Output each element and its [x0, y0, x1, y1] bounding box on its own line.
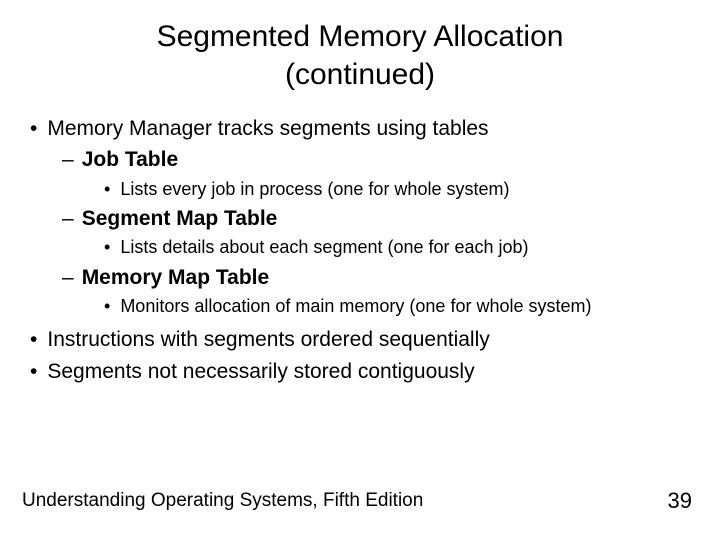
bullet-level2: – Memory Map Table: [62, 264, 698, 291]
bullet-text: Segment Map Table: [82, 205, 278, 232]
bullet-dot-icon: •: [104, 236, 110, 259]
bullet-level1: • Instructions with segments ordered seq…: [30, 326, 698, 353]
bullet-dot-icon: •: [104, 178, 110, 201]
bullet-level2: – Job Table: [62, 146, 698, 173]
bullet-level3: • Lists details about each segment (one …: [104, 236, 698, 259]
bullet-text: Lists every job in process (one for whol…: [120, 178, 509, 201]
bullet-text: Job Table: [82, 146, 178, 173]
bullet-text: Memory Map Table: [82, 264, 269, 291]
bullet-level3: • Lists every job in process (one for wh…: [104, 178, 698, 201]
bullet-level1: • Memory Manager tracks segments using t…: [30, 115, 698, 142]
bullet-text: Instructions with segments ordered seque…: [47, 326, 489, 353]
bullet-text: Monitors allocation of main memory (one …: [120, 295, 591, 318]
page-number: 39: [668, 488, 692, 514]
bullet-level2: – Segment Map Table: [62, 205, 698, 232]
bullet-text: Memory Manager tracks segments using tab…: [47, 115, 488, 142]
bullet-dot-icon: •: [30, 115, 37, 142]
footer-text: Understanding Operating Systems, Fifth E…: [22, 490, 423, 512]
slide-body: • Memory Manager tracks segments using t…: [22, 115, 698, 385]
bullet-dot-icon: •: [30, 358, 37, 385]
bullet-text: Lists details about each segment (one fo…: [120, 236, 528, 259]
bullet-dot-icon: •: [30, 326, 37, 353]
bullet-level3: • Monitors allocation of main memory (on…: [104, 295, 698, 318]
bullet-dot-icon: •: [104, 295, 110, 318]
bullet-dash-icon: –: [62, 205, 74, 232]
title-line-2: (continued): [285, 58, 435, 91]
bullet-level1: • Segments not necessarily stored contig…: [30, 358, 698, 385]
bullet-dash-icon: –: [62, 146, 74, 173]
bullet-text: Segments not necessarily stored contiguo…: [47, 358, 474, 385]
bullet-dash-icon: –: [62, 264, 74, 291]
slide-title: Segmented Memory Allocation (continued): [22, 18, 698, 93]
title-line-1: Segmented Memory Allocation: [157, 20, 564, 53]
